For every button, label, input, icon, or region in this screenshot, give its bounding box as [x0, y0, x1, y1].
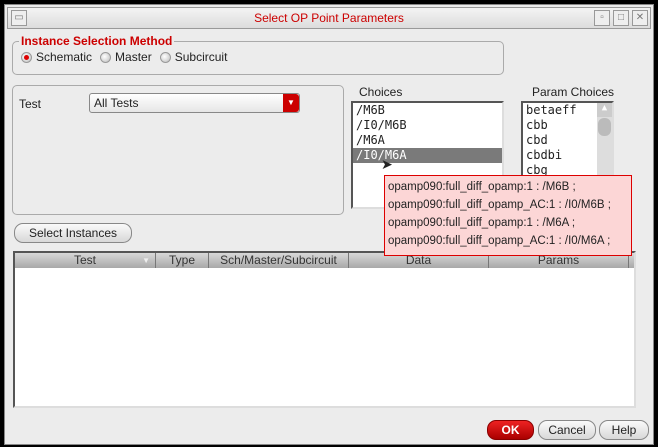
radio-schematic[interactable]: Schematic — [21, 50, 92, 64]
column-header-test[interactable]: Test ▼ — [15, 253, 156, 268]
radio-label: Subcircuit — [174, 50, 228, 64]
close-icon[interactable]: ✕ — [632, 10, 648, 26]
scroll-thumb[interactable] — [598, 118, 611, 136]
test-label: Test — [19, 97, 42, 111]
test-dropdown[interactable]: All Tests ▼ — [89, 93, 300, 113]
minimize-icon[interactable]: ▫ — [594, 10, 610, 26]
maximize-icon[interactable]: □ — [613, 10, 629, 26]
sort-down-icon: ▼ — [142, 256, 150, 265]
param-choices-label: Param Choices — [532, 85, 615, 99]
list-item[interactable]: /M6A — [353, 133, 502, 148]
test-dropdown-value: All Tests — [94, 96, 139, 110]
radio-label: Schematic — [36, 50, 93, 64]
radio-icon — [159, 51, 171, 63]
mouse-cursor-icon: ➤ — [381, 156, 393, 172]
list-item-selected[interactable]: /I0/M6A — [353, 148, 502, 163]
select-instances-button[interactable]: Select Instances — [14, 223, 132, 243]
tooltip-line: opamp090:full_diff_opamp:1 : /M6B ; — [388, 181, 576, 193]
radio-label: Master — [115, 50, 152, 64]
column-header-type[interactable]: Type — [156, 253, 209, 268]
window-title: Select OP Point Parameters — [254, 11, 404, 25]
help-button[interactable]: Help — [599, 420, 649, 440]
radio-master[interactable]: Master — [100, 50, 152, 64]
radio-selected-icon — [21, 51, 32, 63]
title-bar: ▭ Select OP Point Parameters ▫ □ ✕ — [7, 7, 651, 29]
column-header-sch-master-subcircuit[interactable]: Sch/Master/Subcircuit — [209, 253, 349, 268]
tooltip: opamp090:full_diff_opamp:1 : /M6B ; opam… — [384, 175, 632, 256]
list-item[interactable]: /I0/M6B — [353, 118, 502, 133]
tooltip-line: opamp090:full_diff_opamp_AC:1 : /I0/M6B … — [388, 199, 611, 211]
column-label: Test — [73, 253, 96, 267]
radio-subcircuit[interactable]: Subcircuit — [159, 50, 228, 64]
cancel-button[interactable]: Cancel — [538, 420, 596, 440]
dialog-window: ▭ Select OP Point Parameters ▫ □ ✕ Insta… — [4, 4, 654, 445]
scroll-up-icon[interactable]: ▲ — [597, 103, 612, 117]
ok-button[interactable]: OK — [487, 420, 534, 440]
tooltip-line: opamp090:full_diff_opamp_AC:1 : /I0/M6A … — [388, 235, 611, 247]
window-menu-icon[interactable]: ▭ — [11, 10, 27, 26]
list-item[interactable]: /M6B — [353, 103, 502, 118]
radio-icon — [100, 51, 112, 63]
instances-table[interactable]: Test ▼ Type Sch/Master/Subcircuit Data Pa… — [13, 251, 636, 408]
tooltip-line: opamp090:full_diff_opamp:1 : /M6A ; — [388, 217, 576, 229]
instance-selection-legend: Instance Selection Method — [19, 34, 175, 48]
chevron-down-icon: ▼ — [283, 94, 299, 112]
instance-selection-group: Instance Selection Method Schematic Mast… — [12, 34, 504, 75]
choices-label: Choices — [359, 85, 403, 99]
